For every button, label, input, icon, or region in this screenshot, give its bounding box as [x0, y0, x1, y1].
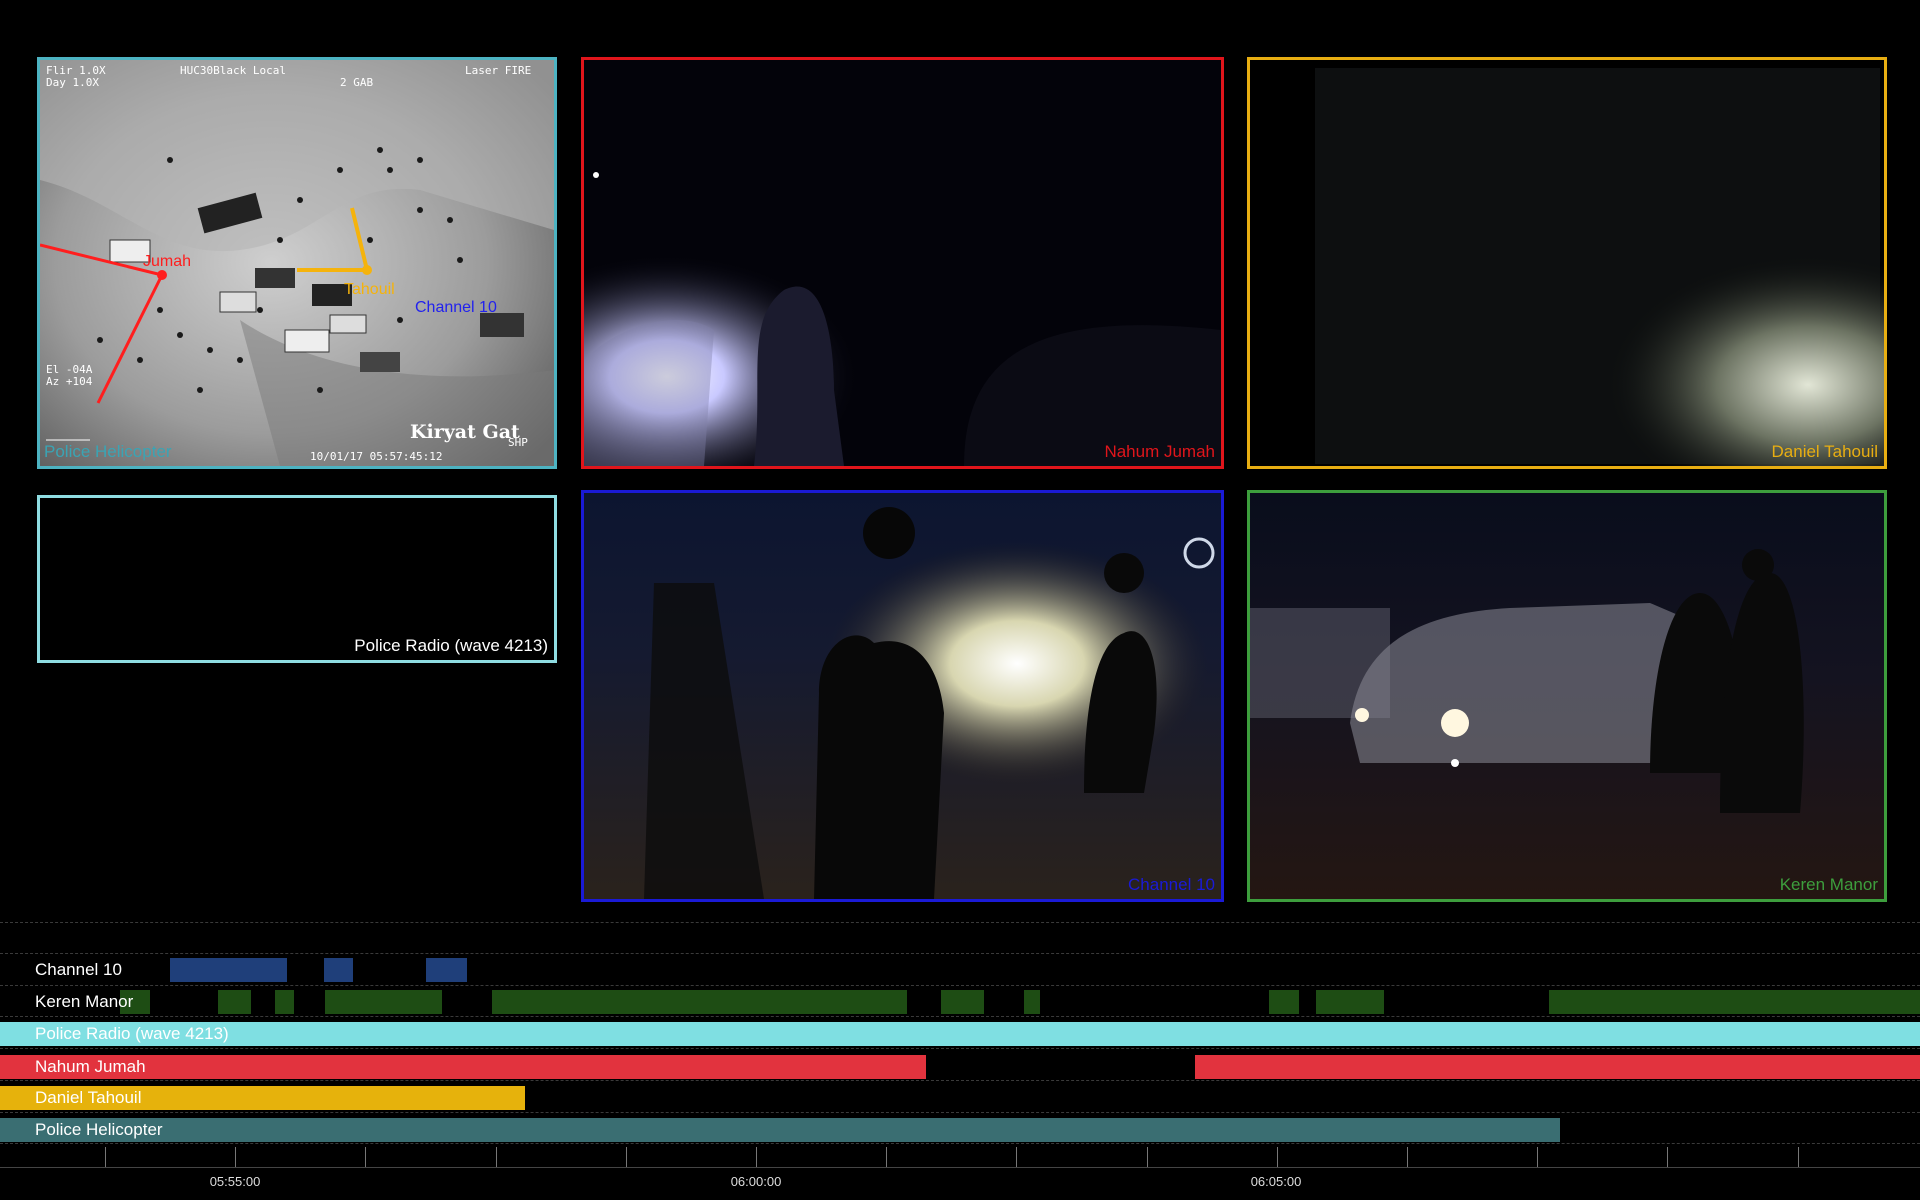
- channel10-annotation: Channel 10: [415, 299, 497, 316]
- panel-label-police-radio: Police Radio (wave 4213): [354, 636, 548, 655]
- panel-label-channel-10: Channel 10: [1128, 875, 1215, 894]
- timeline-tick: [626, 1147, 627, 1167]
- hud-location-text: Kiryat Gat: [410, 421, 520, 443]
- timeline-segment[interactable]: [492, 990, 907, 1014]
- panel-label-nahum-jumah: Nahum Jumah: [1104, 442, 1215, 461]
- timeline-gridline: [0, 985, 1920, 986]
- timeline-segment[interactable]: [0, 1022, 1920, 1046]
- timeline-segment[interactable]: [1549, 990, 1920, 1014]
- timeline-tick: [496, 1147, 497, 1167]
- timeline-tick: [756, 1147, 757, 1167]
- timeline-segment[interactable]: [1024, 990, 1040, 1014]
- timeline-gridline: [0, 922, 1920, 923]
- track-label: Nahum Jumah: [35, 1057, 146, 1076]
- timeline-segment[interactable]: [1316, 990, 1384, 1014]
- timeline-gridline: [0, 1143, 1920, 1144]
- jumah-annotation: Jumah: [143, 253, 191, 270]
- timeline-segment[interactable]: [324, 958, 353, 982]
- timeline-segment[interactable]: [218, 990, 251, 1014]
- nahum-video-frame: [584, 60, 1221, 466]
- daniel-tahouil-panel[interactable]: Daniel Tahouil: [1247, 57, 1887, 469]
- panel-label-daniel-tahouil: Daniel Tahouil: [1771, 442, 1878, 461]
- timeline-segment[interactable]: [325, 990, 442, 1014]
- timeline-tick: [1147, 1147, 1148, 1167]
- timeline-tick: [1537, 1147, 1538, 1167]
- timeline-gridline: [0, 1016, 1920, 1017]
- timeline-segment[interactable]: [426, 958, 467, 982]
- timeline-gridline: [0, 1112, 1920, 1113]
- police-helicopter-panel[interactable]: Flir 1.0X Day 1.0X HUC30Black Local 2 GA…: [37, 57, 557, 469]
- panel-label-police-helicopter: Police Helicopter: [44, 442, 172, 461]
- track-label: Police Helicopter: [35, 1120, 163, 1139]
- timeline-gridline: [0, 953, 1920, 954]
- timeline-segment[interactable]: [0, 1118, 1560, 1142]
- timeline-segment[interactable]: [1269, 990, 1299, 1014]
- hud-day-text: Day 1.0X: [46, 76, 99, 89]
- hud-azimuth-text: Az +104: [46, 375, 93, 388]
- hud-laser-text: Laser FIRE: [465, 64, 531, 77]
- channel-10-panel[interactable]: Channel 10: [581, 490, 1224, 902]
- hud-timestamp: 10/01/17 05:57:45:12: [310, 450, 442, 463]
- track-label: Channel 10: [35, 960, 122, 979]
- timeline-tick: [365, 1147, 366, 1167]
- timeline[interactable]: Channel 10 Keren Manor Police Radio (wave …: [0, 915, 1920, 1200]
- hud-mode-text: HUC30Black Local: [180, 64, 286, 77]
- timeline-axis: [0, 1167, 1920, 1168]
- keren-manor-panel[interactable]: Keren Manor: [1247, 490, 1887, 902]
- timeline-tick: [1798, 1147, 1799, 1167]
- timeline-tick: [886, 1147, 887, 1167]
- timeline-segment[interactable]: [941, 990, 984, 1014]
- daniel-video-frame: [1250, 60, 1884, 466]
- timeline-segment[interactable]: [275, 990, 294, 1014]
- timeline-gridline: [0, 1080, 1920, 1081]
- track-label: Daniel Tahouil: [35, 1088, 142, 1107]
- timeline-tick: [1277, 1147, 1278, 1167]
- track-label: Keren Manor: [35, 992, 134, 1011]
- tahouil-annotation: Tahouil: [344, 281, 395, 298]
- panel-label-keren-manor: Keren Manor: [1779, 875, 1878, 894]
- hud-gab-text: 2 GAB: [340, 76, 373, 89]
- track-label: Police Radio (wave 4213): [35, 1024, 229, 1043]
- timeline-tick: [1016, 1147, 1017, 1167]
- timeline-time-label: 06:05:00: [1250, 1174, 1302, 1189]
- timeline-time-label: 05:55:00: [209, 1174, 261, 1189]
- timeline-tick: [1407, 1147, 1408, 1167]
- timeline-gridline: [0, 1048, 1920, 1049]
- police-radio-panel[interactable]: Police Radio (wave 4213): [37, 495, 557, 663]
- channel10-video-frame: [584, 493, 1221, 899]
- keren-video-frame: [1250, 493, 1884, 899]
- timeline-tick: [1667, 1147, 1668, 1167]
- timeline-tick: [235, 1147, 236, 1167]
- timeline-segment[interactable]: [170, 958, 287, 982]
- timeline-segment[interactable]: [1195, 1055, 1920, 1079]
- nahum-jumah-panel[interactable]: Nahum Jumah: [581, 57, 1224, 469]
- helicopter-video-frame: Flir 1.0X Day 1.0X HUC30Black Local 2 GA…: [40, 60, 554, 466]
- timeline-time-label: 06:00:00: [730, 1174, 782, 1189]
- timeline-tick: [105, 1147, 106, 1167]
